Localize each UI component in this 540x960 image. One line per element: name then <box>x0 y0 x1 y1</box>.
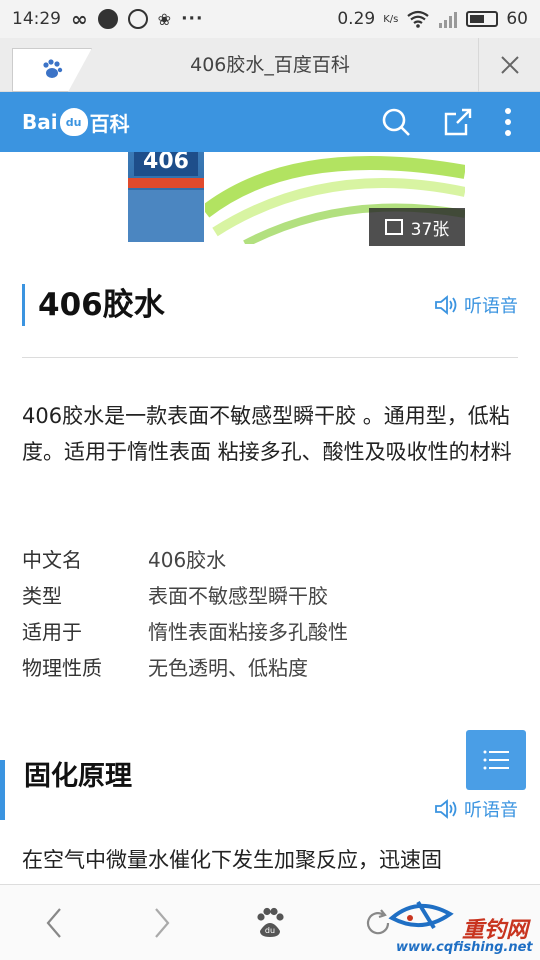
more-notifications-icon: ··· <box>181 9 204 29</box>
sync-icon <box>127 9 148 29</box>
home-button[interactable]: du <box>250 903 290 943</box>
close-icon <box>500 56 519 74</box>
list-icon <box>483 750 509 770</box>
more-vertical-icon <box>505 108 511 136</box>
infobox-value: 惰性表面粘接多孔酸性 <box>148 620 348 644</box>
infobox-value: 406胶水 <box>148 548 227 572</box>
signal-icon <box>439 12 458 28</box>
wifi-icon <box>407 10 430 28</box>
back-button[interactable] <box>34 903 74 943</box>
status-time: 14:29 <box>12 9 61 29</box>
more-menu-button[interactable] <box>488 102 528 142</box>
baidu-paw-status-icon: ❀ <box>157 9 172 29</box>
battery-icon <box>466 11 499 27</box>
status-bar: 14:29 ∞ ❀ ··· 0.29 K/s 60 <box>0 0 540 38</box>
infobox-value: 表面不敏感型瞬干胶 <box>148 584 328 608</box>
chat-icon <box>97 9 118 29</box>
section-listen-button[interactable]: 听语音 <box>434 796 518 822</box>
logo-text-right: 百科 <box>89 111 130 136</box>
battery-percent: 60 <box>506 9 528 29</box>
page-title: 406胶水 <box>38 287 165 323</box>
speaker-icon <box>435 799 457 819</box>
forward-button[interactable] <box>142 903 182 943</box>
baike-header: Bai du 百科 <box>0 92 540 152</box>
infobox-value: 无色透明、低粘度 <box>148 656 308 680</box>
browser-tab-bar: 406胶水_百度百科 <box>0 38 540 92</box>
svg-text:du: du <box>265 926 275 935</box>
infobox-row: 物理性质 无色透明、低粘度 <box>22 650 516 686</box>
tab-close-button[interactable] <box>478 38 540 92</box>
search-icon <box>382 108 410 136</box>
watermark-url: www.cqfishing.net <box>396 940 533 955</box>
image-count: 37张 <box>410 219 450 240</box>
table-of-contents-button[interactable] <box>466 730 526 790</box>
bottle-label: 406 <box>134 152 198 176</box>
baidu-paw-icon: du <box>257 907 284 937</box>
infobox-row: 类型 表面不敏感型瞬干胶 <box>22 578 516 614</box>
chevron-right-icon <box>155 908 170 938</box>
share-icon <box>444 108 472 136</box>
gallery-icon <box>384 219 403 235</box>
logo-paw-badge: du <box>59 108 88 136</box>
article-summary: 406胶水是一款表面不敏感型瞬干胶 。通用型，低粘度。适用于惰性表面 粘接多孔、… <box>22 404 512 464</box>
infobox-key: 类型 <box>22 584 62 608</box>
image-count-badge[interactable]: 37张 <box>369 208 465 246</box>
logo-text-left: Bai <box>22 110 58 134</box>
network-speed: 0.29 <box>337 9 376 29</box>
infobox-row: 中文名 406胶水 <box>22 542 516 578</box>
network-speed-unit: K/s <box>383 13 399 25</box>
infobox-key: 中文名 <box>22 548 82 572</box>
listen-label: 听语音 <box>464 296 518 317</box>
section-text: 在空气中微量水催化下发生加聚反应，迅速固 <box>22 848 442 872</box>
infobox-key: 物理性质 <box>22 656 102 680</box>
listen-button[interactable]: 听语音 <box>434 292 518 318</box>
glue-bottle-image: 406 <box>128 152 204 242</box>
section-listen-label: 听语音 <box>464 800 518 821</box>
section-accent-bar <box>0 760 5 820</box>
share-button[interactable] <box>438 102 478 142</box>
search-button[interactable] <box>376 102 416 142</box>
infobox-key: 适用于 <box>22 620 82 644</box>
infinity-icon: ∞ <box>71 7 88 31</box>
fish-logo-icon <box>388 900 454 930</box>
title-divider <box>22 357 518 358</box>
article-title-row: 406胶水 听语音 <box>22 282 518 328</box>
speaker-icon <box>435 295 457 315</box>
baidu-baike-logo[interactable]: Bai du 百科 <box>22 106 130 138</box>
site-watermark: 重钓网 www.cqfishing.net <box>384 892 540 960</box>
infobox-row: 适用于 惰性表面粘接多孔酸性 <box>22 614 516 650</box>
section-title: 固化原理 <box>24 761 132 792</box>
title-accent-bar <box>22 284 25 326</box>
chevron-left-icon <box>46 908 61 938</box>
tab-title: 406胶水_百度百科 <box>190 54 350 76</box>
infobox: 中文名 406胶水 类型 表面不敏感型瞬干胶 适用于 惰性表面粘接多孔酸性 物理… <box>22 542 516 686</box>
